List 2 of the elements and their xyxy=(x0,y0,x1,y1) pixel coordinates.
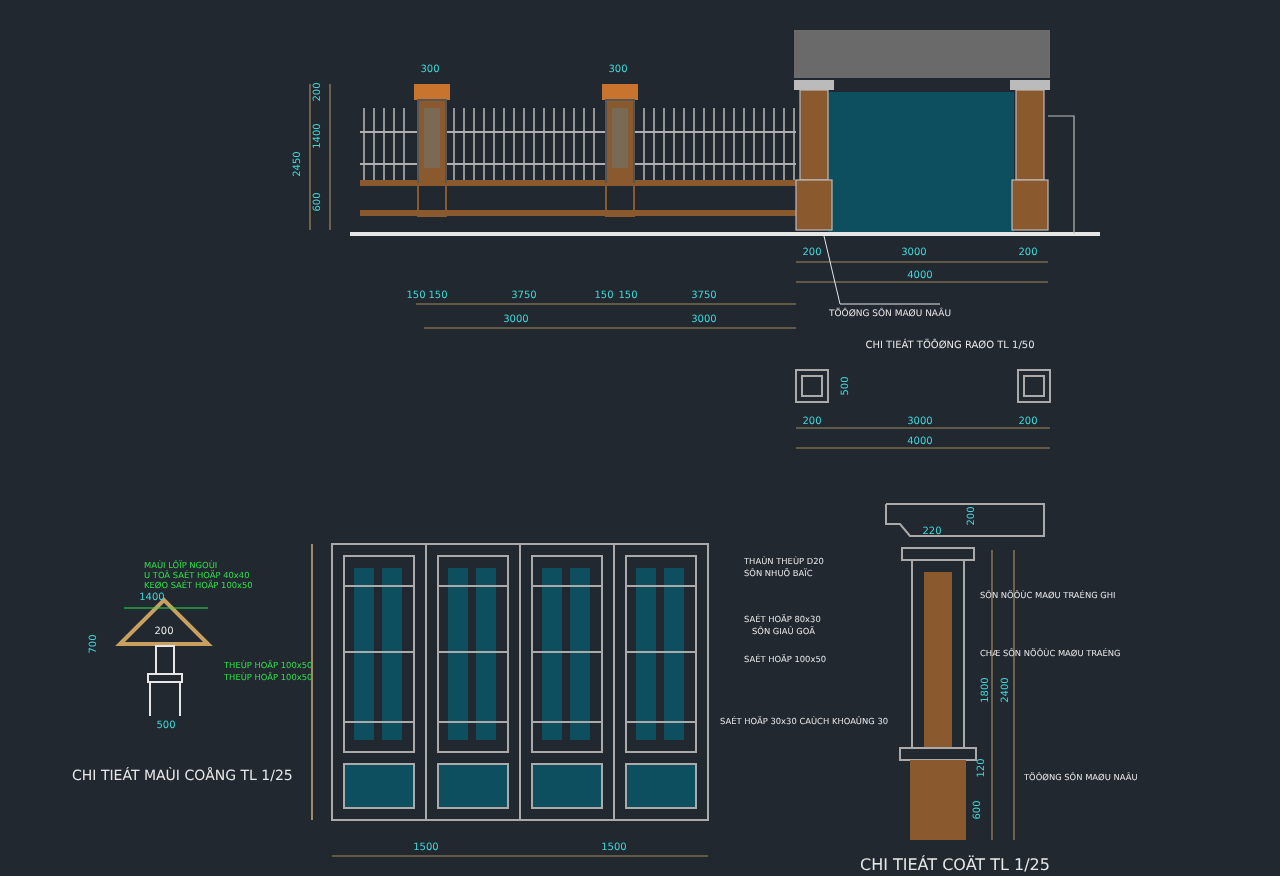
drawing-title: CHI TIEÁT COÄT TL 1/25 xyxy=(860,856,1050,874)
gate-roof-detail-drawing xyxy=(115,597,213,717)
